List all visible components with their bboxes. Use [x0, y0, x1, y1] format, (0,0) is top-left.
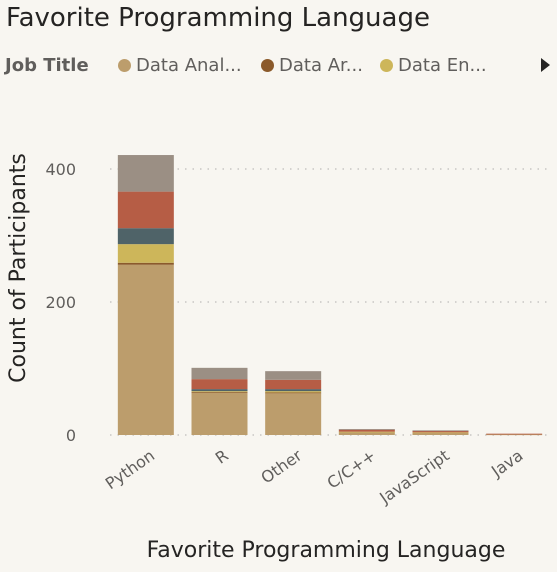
bar-segment[interactable] [265, 392, 322, 394]
gridlines [110, 168, 552, 436]
bars [117, 155, 543, 436]
bar-segment[interactable] [265, 379, 322, 390]
bar-segment[interactable] [338, 432, 395, 435]
bar-segment[interactable] [117, 244, 174, 263]
bar-segment[interactable] [265, 393, 322, 435]
bar-segment[interactable] [117, 264, 174, 435]
x-tick-label: R [212, 446, 232, 468]
y-tick-label: 200 [45, 293, 76, 312]
bar-segment[interactable] [265, 371, 322, 380]
y-tick-label: 0 [66, 426, 76, 445]
bar-segment[interactable] [117, 228, 174, 245]
bar-segment[interactable] [338, 429, 395, 432]
bar-segment[interactable] [412, 432, 469, 434]
bar-segment[interactable] [117, 191, 174, 229]
bar-segment[interactable] [412, 430, 469, 432]
bar-segment[interactable] [412, 433, 469, 435]
x-axis-ticks: Python R Other C/C++JavaScript Java [102, 445, 527, 507]
bar-segment[interactable] [338, 429, 395, 430]
bar-segment[interactable] [191, 391, 248, 392]
bar-segment[interactable] [486, 433, 543, 435]
x-tick-label: JavaScript [375, 446, 452, 508]
bar-segment[interactable] [191, 379, 248, 390]
x-tick-label: C/C++ [324, 446, 380, 493]
bar-segment[interactable] [191, 367, 248, 380]
x-axis-label: Favorite Programming Language [147, 538, 506, 563]
bar-segment[interactable] [265, 391, 322, 393]
bar-segment[interactable] [117, 262, 174, 265]
chart-area: 0200400 Python R Other C/C++JavaScript Java … [6, 153, 552, 563]
bar-segment[interactable] [338, 431, 395, 433]
y-axis-ticks: 0 200 400 [45, 160, 76, 445]
bar-segment[interactable] [412, 431, 469, 433]
x-tick-label: Python [102, 446, 158, 493]
y-tick-label: 400 [45, 160, 76, 179]
bar-segment[interactable] [117, 155, 174, 192]
x-tick-label: Other [257, 445, 305, 487]
bar-segment[interactable] [191, 389, 248, 392]
bar-segment[interactable] [265, 389, 322, 392]
y-axis-label: Count of Participants [6, 153, 31, 383]
bar-segment[interactable] [191, 392, 248, 435]
x-tick-label: Java [487, 446, 526, 482]
